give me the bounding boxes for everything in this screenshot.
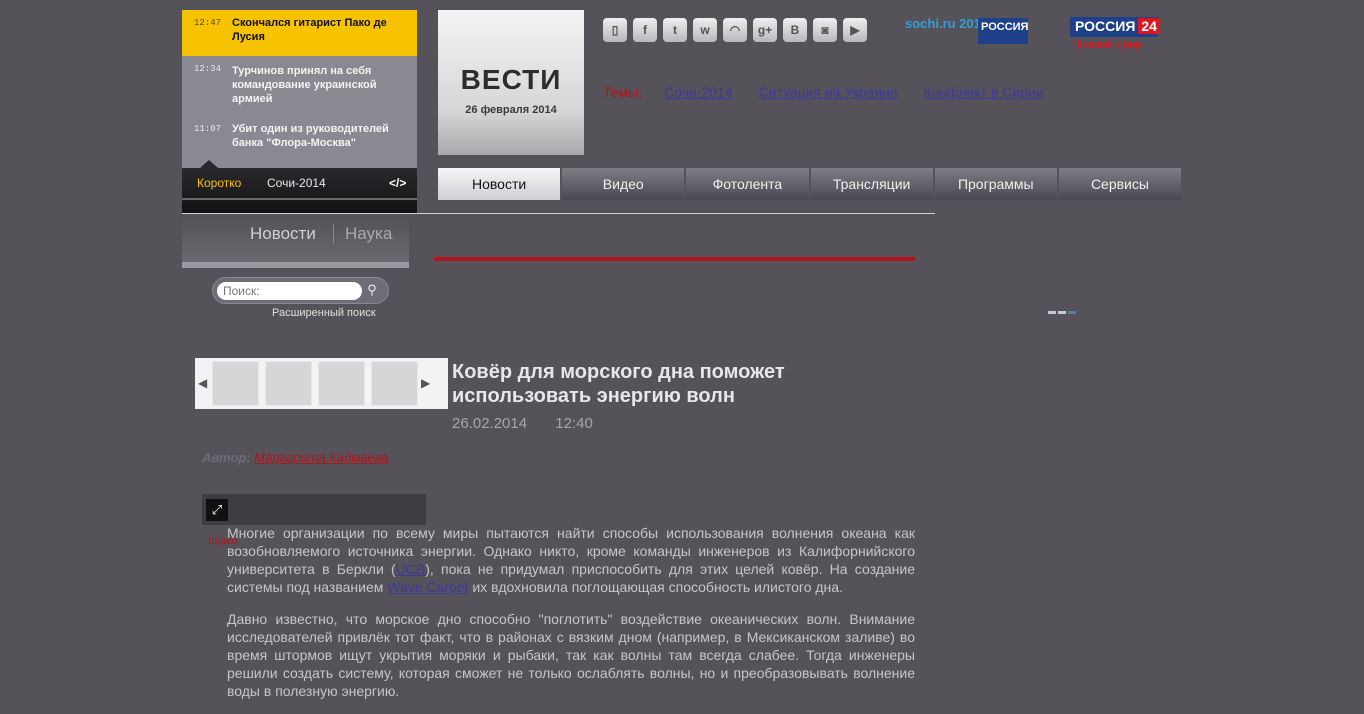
article-title: Ковёр для морского дна поможет использов… bbox=[452, 361, 785, 407]
ticker-title[interactable]: Турчинов принял на себя командование укр… bbox=[232, 64, 409, 106]
site-logo[interactable]: ВЕСТИ 26 февраля 2014 bbox=[438, 10, 584, 155]
article-body: Многие организации по всему миры пытаютс… bbox=[227, 524, 915, 714]
pager-dot[interactable] bbox=[1058, 311, 1066, 314]
nav-divider bbox=[182, 213, 935, 214]
instagram-icon[interactable]: ◙ bbox=[813, 18, 837, 42]
search-input[interactable] bbox=[217, 282, 362, 300]
chevron-right-icon[interactable]: ▶ bbox=[421, 376, 430, 390]
gallery-thumb[interactable] bbox=[265, 361, 312, 406]
youtube-icon[interactable]: ▶ bbox=[843, 18, 867, 42]
logo-date: 26 февраля 2014 bbox=[465, 104, 557, 116]
photo-gallery: ◀ ▶ bbox=[195, 358, 448, 409]
rss-icon[interactable]: ◠ bbox=[723, 18, 747, 42]
twitter-icon[interactable]: t bbox=[663, 18, 687, 42]
ticker-tabbar: Коротко Сочи-2014 </> bbox=[182, 160, 417, 214]
nav-tab-services[interactable]: Сервисы bbox=[1058, 168, 1182, 200]
article-date: 26.02.2014 bbox=[452, 415, 528, 432]
ticker-item[interactable]: 12:34 Турчинов принял на себя командован… bbox=[182, 56, 417, 116]
themes-label: Темы: bbox=[603, 84, 643, 100]
ticker-item[interactable]: 12:47 Скончался гитарист Пако де Лусия bbox=[182, 10, 417, 56]
vk-icon[interactable]: В bbox=[783, 18, 807, 42]
nav-tab-broadcasts[interactable]: Трансляции bbox=[810, 168, 935, 200]
ticker-notch bbox=[200, 160, 218, 168]
theme-link[interactable]: Конфликт в Сирии bbox=[923, 84, 1043, 100]
breadcrumb: Новости Наука bbox=[182, 216, 409, 268]
article-paragraph: Давно известно, что морское дно способно… bbox=[227, 611, 915, 699]
live-link[interactable]: Прямой эфир bbox=[1072, 39, 1142, 51]
theme-link[interactable]: Ситуация на Украине bbox=[758, 84, 897, 100]
ticker-time: 11:07 bbox=[194, 124, 222, 134]
article-meta: 26.02.2014 12:40 bbox=[452, 415, 593, 432]
article-paragraph: Многие организации по всему миры пытаютс… bbox=[227, 524, 915, 596]
ticker-title[interactable]: Убит один из руководителей банка "Флора-… bbox=[232, 122, 409, 150]
ticker-tab-sochi[interactable]: Сочи-2014 bbox=[267, 176, 326, 190]
ticker-divider bbox=[182, 198, 417, 200]
embed-code-icon[interactable]: </> bbox=[389, 176, 406, 190]
chevron-left-icon[interactable]: ◀ bbox=[198, 376, 207, 390]
fullscreen-icon[interactable]: ⤢ bbox=[206, 499, 228, 521]
sochi-logo[interactable]: sochi.ru 2014 bbox=[905, 17, 988, 30]
pager-dot[interactable] bbox=[1048, 311, 1056, 314]
article-author: Автор: Маргарита Кадмаева bbox=[202, 450, 388, 465]
nav-tab-news[interactable]: Новости bbox=[438, 168, 563, 200]
paragraph-text: их вдохновила поглощающая способность ил… bbox=[468, 579, 843, 595]
ticker-time: 12:47 bbox=[194, 18, 222, 28]
logo-brand: ВЕСТИ bbox=[460, 64, 562, 95]
ticker-tab-short[interactable]: Коротко bbox=[197, 176, 241, 190]
nav-tab-programs[interactable]: Программы bbox=[934, 168, 1059, 200]
pager-dot[interactable] bbox=[1068, 311, 1076, 314]
author-label: Автор: bbox=[202, 450, 251, 465]
author-link[interactable]: Маргарита Кадмаева bbox=[254, 450, 388, 465]
nav-tab-video[interactable]: Видео bbox=[562, 168, 687, 200]
advanced-search-link[interactable]: Расширенный поиск bbox=[272, 307, 376, 319]
gallery-thumb[interactable] bbox=[318, 361, 365, 406]
gallery-thumb[interactable] bbox=[212, 361, 259, 406]
main-navigation: Новости Видео Фотолента Трансляции Прогр… bbox=[438, 168, 1182, 200]
search-box: ⚲ bbox=[212, 277, 389, 304]
themes-bar: Темы: Сочи-2014 Ситуация на Украине Конф… bbox=[603, 84, 1066, 100]
wave-carpet-link[interactable]: Wave Carpet bbox=[387, 579, 468, 595]
social-links: ▯ f t w ◠ g+ В ◙ ▶ bbox=[603, 18, 867, 42]
gallery-thumb[interactable] bbox=[371, 361, 418, 406]
ticker-title[interactable]: Скончался гитарист Пако де Лусия bbox=[232, 16, 409, 44]
google-plus-icon[interactable]: g+ bbox=[753, 18, 777, 42]
rossia24-number: 24 bbox=[1138, 18, 1160, 34]
breadcrumb-science[interactable]: Наука bbox=[345, 224, 392, 244]
nav-tab-photo[interactable]: Фотолента bbox=[686, 168, 811, 200]
rossia-logo[interactable]: РОССИЯ bbox=[978, 18, 1028, 44]
news-ticker: 12:47 Скончался гитарист Пако де Лусия 1… bbox=[182, 10, 417, 214]
breadcrumb-separator bbox=[333, 224, 334, 244]
video-caption: Видео bbox=[208, 536, 238, 547]
ucb-link[interactable]: UCB bbox=[396, 561, 426, 577]
slider-pager[interactable] bbox=[1048, 311, 1076, 314]
ticker-time: 12:34 bbox=[194, 64, 222, 74]
rossia24-logo[interactable]: РОССИЯ 24 bbox=[1070, 17, 1160, 37]
video-player[interactable]: ⤢ bbox=[202, 494, 426, 525]
facebook-icon[interactable]: f bbox=[633, 18, 657, 42]
wap-icon[interactable]: w bbox=[693, 18, 717, 42]
breadcrumb-news[interactable]: Новости bbox=[250, 224, 316, 244]
section-accent-line bbox=[434, 257, 915, 261]
search-icon[interactable]: ⚲ bbox=[363, 282, 381, 300]
article-time: 12:40 bbox=[555, 415, 593, 432]
mobile-icon[interactable]: ▯ bbox=[603, 18, 627, 42]
rossia24-name: РОССИЯ bbox=[1075, 18, 1136, 34]
theme-link[interactable]: Сочи-2014 bbox=[664, 84, 733, 100]
